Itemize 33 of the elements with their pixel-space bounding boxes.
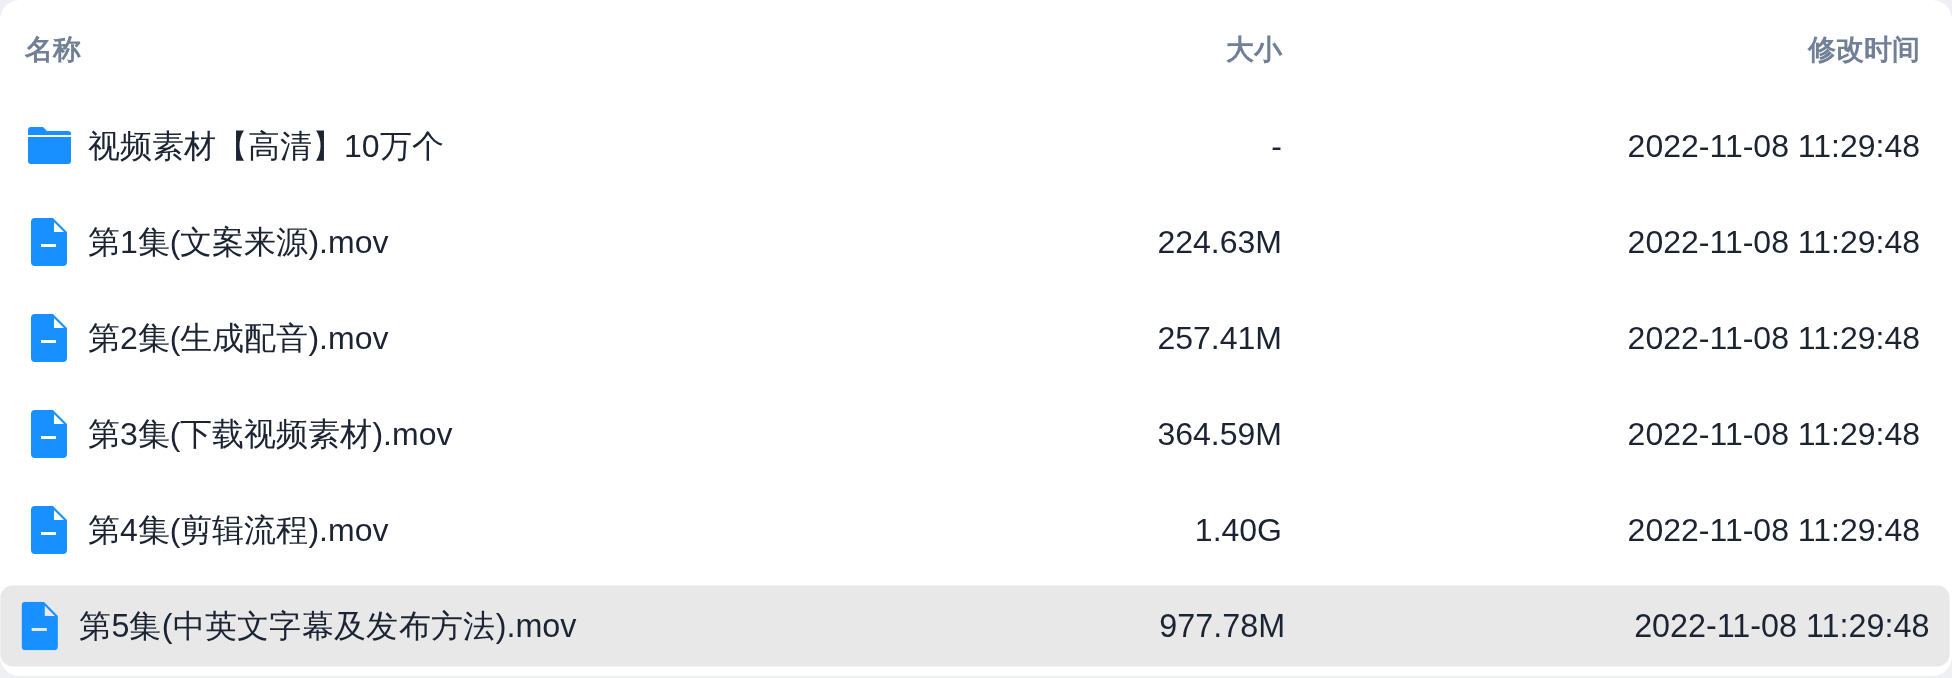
file-name: 第1集(文案来源).mov [88,222,389,262]
document-icon [31,314,67,362]
file-row[interactable]: 第3集(下载视频素材).mov 364.59M 2022-11-08 11:29:48 [10,394,1940,474]
document-icon [31,506,67,554]
file-row[interactable]: 第2集(生成配音).mov 257.41M 2022-11-08 11:29:48 [10,298,1940,378]
modified-time: 2022-11-08 11:29:48 [1627,222,1920,262]
file-size: - [1271,126,1282,166]
document-icon [31,218,67,266]
file-row[interactable]: 第1集(文案来源).mov 224.63M 2022-11-08 11:29:48 [10,202,1940,282]
document-icon [21,601,58,651]
document-icon [31,410,67,458]
column-header: 名称 [25,34,81,66]
file-size: 364.59M [1157,414,1282,454]
file-name: 第5集(中英文字幕及发布方法).mov [79,606,577,646]
file-size: 224.63M [1157,222,1282,262]
modified-time: 2022-11-08 11:29:48 [1627,414,1920,454]
file-size: 257.41M [1157,318,1282,358]
column-header: 修改时间 [1808,34,1920,66]
file-size: 977.78M [1159,606,1286,646]
file-row[interactable]: 视频素材【高清】10万个 - 2022-11-08 11:29:48 [10,106,1940,186]
file-row[interactable]: 第5集(中英文字幕及发布方法).mov 977.78M 2022-11-08 11:29:48 [0,585,1950,667]
file-size: 1.40G [1194,510,1282,550]
file-name: 第3集(下载视频素材).mov [88,414,453,454]
file-name: 视频素材【高清】10万个 [88,126,444,166]
modified-time: 2022-11-08 11:29:48 [1627,318,1920,358]
modified-time: 2022-11-08 11:29:48 [1627,126,1920,166]
modified-time: 2022-11-08 11:29:48 [1634,606,1930,646]
file-name: 第4集(剪辑流程).mov [88,510,389,550]
column-header: 大小 [1226,34,1282,66]
folder-icon [27,127,71,165]
file-name: 第2集(生成配音).mov [88,318,389,358]
modified-time: 2022-11-08 11:29:48 [1627,510,1920,550]
file-row[interactable]: 第4集(剪辑流程).mov 1.40G 2022-11-08 11:29:48 [10,490,1940,570]
